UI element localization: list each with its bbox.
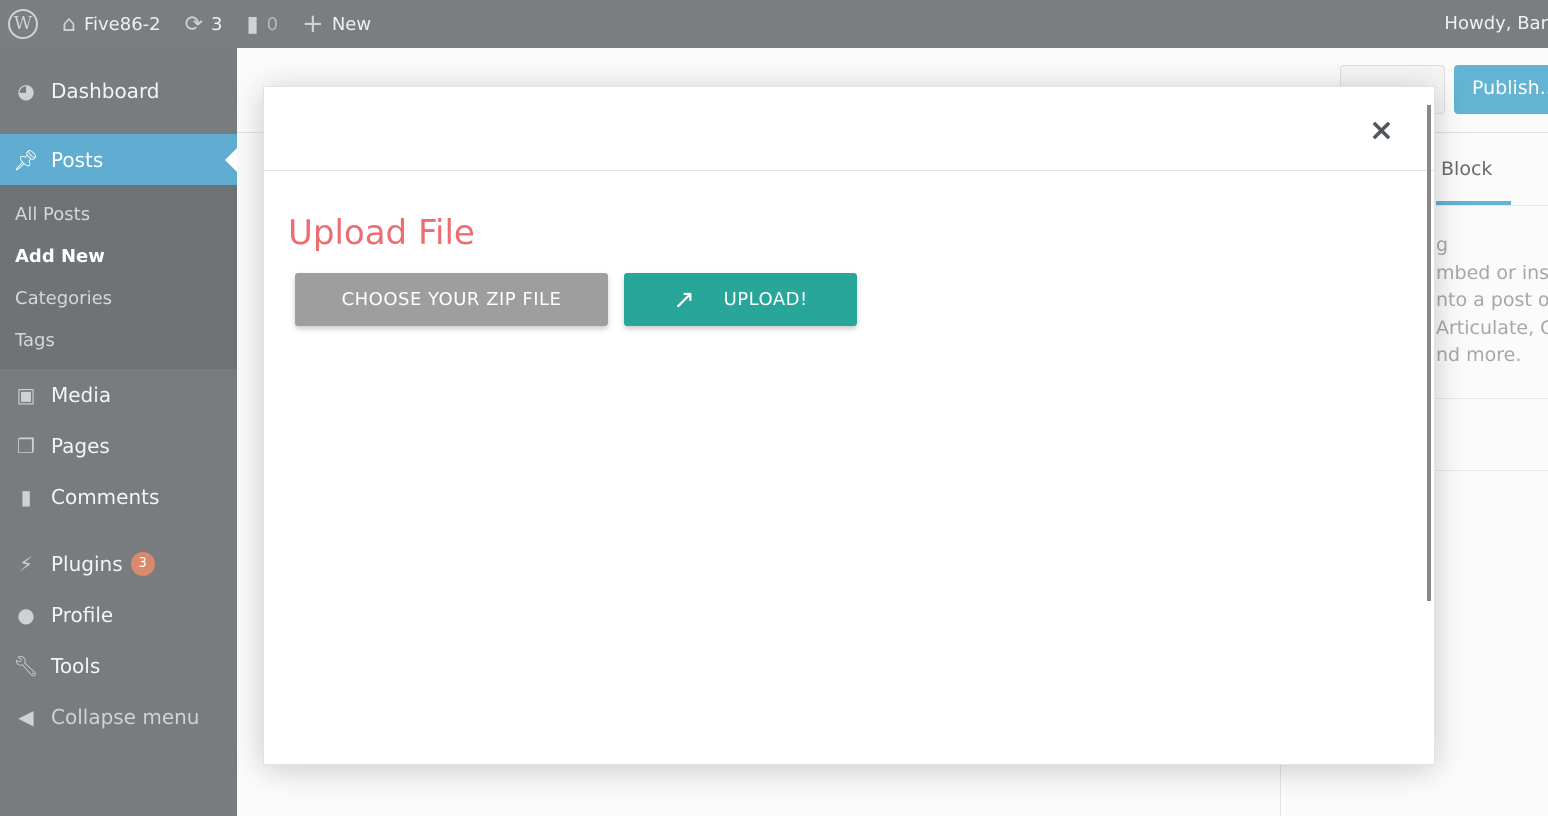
plus-icon: + <box>302 9 324 39</box>
text-line: mbed or inse <box>1436 261 1548 284</box>
text-line: g <box>1436 234 1449 256</box>
plugin-icon: ⚡︎ <box>18 551 34 576</box>
divider <box>1436 398 1548 399</box>
divider <box>1436 470 1548 471</box>
submenu-tags[interactable]: Tags <box>0 319 237 361</box>
menu-dashboard[interactable]: ◕ Dashboard <box>0 48 237 134</box>
comments-link[interactable]: ▮ 0 <box>246 12 278 37</box>
menu-pages[interactable]: ❐ Pages <box>0 420 237 471</box>
comments-count: 0 <box>266 13 279 35</box>
menu-tools[interactable]: 🔧︎ Tools <box>0 640 237 691</box>
pages-icon: ❐ <box>17 433 35 458</box>
comment-icon: ▮ <box>20 484 32 509</box>
posts-submenu: All Posts Add New Categories Tags <box>0 185 237 369</box>
collapse-icon: ◀ <box>18 704 34 729</box>
admin-sidebar: ◕ Dashboard 📌︎ Posts All Posts Add New Cat… <box>0 48 237 816</box>
site-link[interactable]: ⌂ Five86-2 <box>62 12 161 37</box>
modal-header: × <box>264 87 1434 171</box>
submenu-add-new[interactable]: Add New <box>0 235 237 277</box>
dashboard-icon: ◕ <box>17 79 35 103</box>
menu-label: Media <box>51 382 112 407</box>
refresh-icon: ⟳ <box>184 11 204 37</box>
home-icon: ⌂ <box>62 11 76 37</box>
menu-label: Dashboard <box>51 79 160 103</box>
text-line: nto a post or <box>1436 289 1548 311</box>
menu-label: Comments <box>51 484 160 509</box>
account-menu[interactable]: Howdy, Bar <box>1444 13 1548 34</box>
arrow-up-right-icon: ↗ <box>673 284 696 315</box>
updates-link[interactable]: ⟳ 3 <box>185 12 223 37</box>
menu-label: Tools <box>51 653 101 678</box>
choose-zip-file-button[interactable]: CHOOSE YOUR ZIP FILE <box>295 273 608 326</box>
pin-icon: 📌︎ <box>13 147 39 172</box>
menu-plugins[interactable]: ⚡︎ Plugins 3 <box>0 538 237 589</box>
submenu-categories[interactable]: Categories <box>0 277 237 319</box>
button-label: CHOOSE YOUR ZIP FILE <box>341 289 562 310</box>
user-icon: ● <box>17 602 35 627</box>
updates-count: 3 <box>211 13 223 35</box>
menu-media[interactable]: ▣ Media <box>0 369 237 420</box>
plugins-update-badge: 3 <box>130 551 155 576</box>
comment-icon: ▮ <box>246 11 259 37</box>
menu-label: Collapse menu <box>51 704 200 729</box>
divider <box>1436 205 1548 206</box>
modal-title: Upload File <box>288 213 475 253</box>
close-icon[interactable]: × <box>1369 113 1394 148</box>
upload-modal: × Upload File CHOOSE YOUR ZIP FILE ↗ UPLO… <box>263 86 1435 765</box>
publish-button[interactable]: Publish... <box>1454 65 1548 114</box>
text-line: nd more. <box>1436 344 1522 366</box>
tab-block[interactable]: Block <box>1436 150 1511 205</box>
new-label: New <box>331 13 372 35</box>
block-description: g mbed or inse nto a post or Articulate,… <box>1436 232 1548 370</box>
modal-scrollbar[interactable] <box>1427 105 1431 601</box>
menu-profile[interactable]: ● Profile <box>0 589 237 640</box>
upload-button[interactable]: ↗ UPLOAD! <box>624 273 857 326</box>
menu-posts[interactable]: 📌︎ Posts <box>0 134 237 185</box>
button-label: UPLOAD! <box>723 289 808 310</box>
menu-label: Profile <box>51 602 114 627</box>
menu-comments[interactable]: ▮ Comments <box>0 471 237 522</box>
wrench-icon: 🔧︎ <box>13 653 39 678</box>
menu-label: Posts <box>51 147 104 172</box>
media-icon: ▣ <box>16 382 36 407</box>
menu-collapse[interactable]: ◀ Collapse menu <box>0 691 237 742</box>
wordpress-logo[interactable]: W <box>8 9 38 39</box>
site-name: Five86-2 <box>83 13 161 35</box>
text-line: Articulate, Ca <box>1436 316 1548 339</box>
menu-label: Pages <box>51 433 110 458</box>
menu-label: Plugins <box>51 551 123 576</box>
submenu-all-posts[interactable]: All Posts <box>0 193 237 235</box>
admin-bar: W ⌂ Five86-2 ⟳ 3 ▮ 0 + New Howdy, Bar <box>0 0 1548 48</box>
new-link[interactable]: + New <box>302 9 371 39</box>
wordpress-icon: W <box>8 9 38 39</box>
